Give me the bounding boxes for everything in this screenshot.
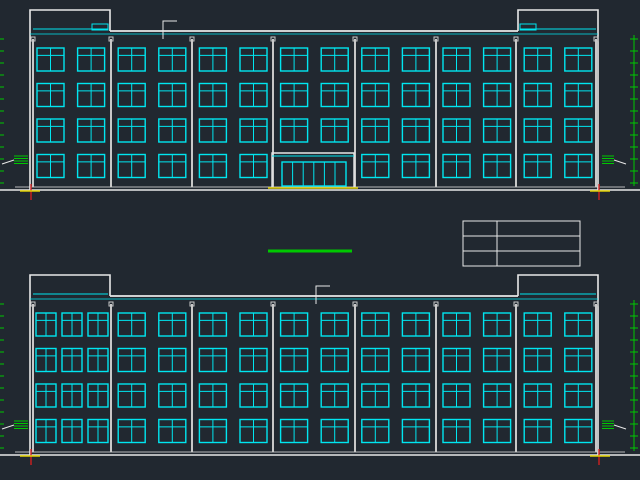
cad-drawing-canvas — [0, 0, 640, 480]
elevation-drawing — [0, 0, 640, 480]
drawing-background — [0, 0, 640, 480]
